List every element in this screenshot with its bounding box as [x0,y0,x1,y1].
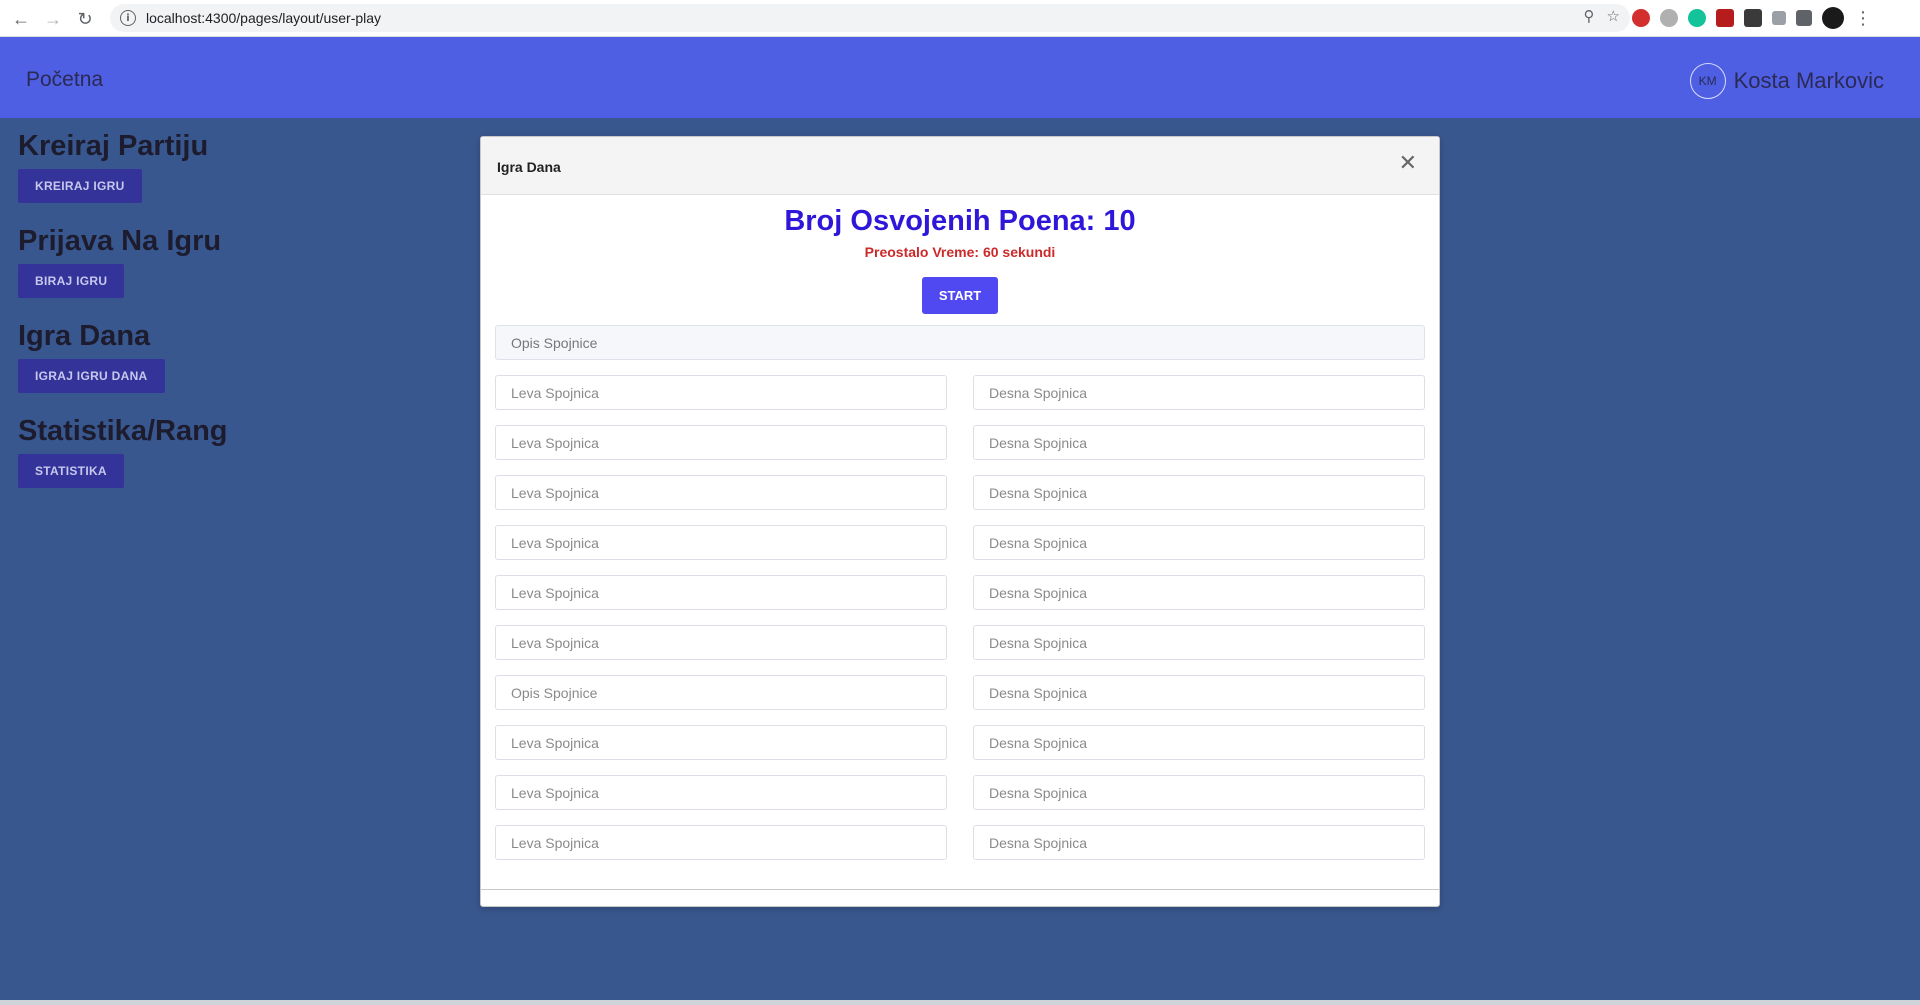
pair-row: Leva Spojnica Desna Spojnica [495,625,1425,660]
avatar[interactable]: KM [1689,63,1726,99]
reload-icon[interactable]: ↻ [72,6,98,32]
user-name[interactable]: Kosta Markovic [1734,68,1884,94]
game-modal: Igra Dana ✕ Broj Osvojenih Poena: 10 Pre… [480,136,1440,907]
bottom-strip [0,1000,1920,1005]
play-game-of-day-button[interactable]: IGRAJ IGRU DANA [18,359,165,393]
pair-row: Leva Spojnica Desna Spojnica [495,725,1425,760]
score-text: Broj Osvojenih Poena: 10 [784,205,1136,237]
start-wrap: START [481,277,1439,314]
info-icon[interactable]: i [120,10,136,26]
left-pair-input[interactable]: Leva Spojnica [495,475,947,510]
section-statistics: Statistika/Rang STATISTIKA [18,415,318,488]
browser-toolbar: ← → ↻ i localhost:4300/pages/layout/user… [0,0,1920,37]
left-pair-input[interactable]: Leva Spojnica [495,525,947,560]
choose-game-button[interactable]: BIRAJ IGRU [18,264,125,298]
pair-row: Leva Spojnica Desna Spojnica [495,775,1425,810]
extension-icon[interactable] [1744,9,1762,27]
pair-row: Opis Spojnice Desna Spojnica [495,675,1425,710]
puzzle-icon[interactable] [1796,10,1812,26]
vue-extension-icon[interactable] [1772,11,1786,25]
right-pair-input[interactable]: Desna Spojnica [973,675,1425,710]
home-link[interactable]: Početna [26,68,103,92]
section-title: Prijava Na Igru [18,225,222,257]
pair-row: Leva Spojnica Desna Spojnica [495,425,1425,460]
address-bar[interactable]: i localhost:4300/pages/layout/user-play … [110,4,1630,32]
right-pair-input[interactable]: Desna Spojnica [973,525,1425,560]
more-vert-icon[interactable]: ⋮ [1854,9,1872,27]
left-pair-input[interactable]: Leva Spojnica [495,375,947,410]
profile-avatar[interactable] [1822,7,1844,29]
modal-title: Igra Dana [497,159,561,175]
left-pair-input[interactable]: Leva Spojnica [495,825,947,860]
left-pair-input[interactable]: Leva Spojnica [495,725,947,760]
left-panel: Kreiraj Partiju KREIRAJ IGRU Prijava Na … [18,130,318,510]
close-icon[interactable]: ✕ [1399,151,1417,176]
user-menu[interactable]: KM Kosta Markovic [1689,63,1884,99]
section-create-game: Kreiraj Partiju KREIRAJ IGRU [18,130,318,203]
pair-row: Leva Spojnica Desna Spojnica [495,375,1425,410]
modal-footer [481,889,1439,890]
section-title: Kreiraj Partiju [18,130,209,162]
right-pair-input[interactable]: Desna Spojnica [973,475,1425,510]
pairs-grid: Leva Spojnica Desna Spojnica Leva Spojni… [495,375,1425,875]
create-game-button[interactable]: KREIRAJ IGRU [18,169,142,203]
arrow-right-icon[interactable]: → [40,6,66,32]
section-game-of-day: Igra Dana IGRAJ IGRU DANA [18,320,318,393]
left-pair-input[interactable]: Leva Spojnica [495,575,947,610]
right-pair-input[interactable]: Desna Spojnica [973,825,1425,860]
right-pair-input[interactable]: Desna Spojnica [973,625,1425,660]
app-header: Početna KM Kosta Markovic [0,37,1920,118]
left-pair-input[interactable]: Leva Spojnica [495,425,947,460]
left-pair-input[interactable]: Leva Spojnica [495,625,947,660]
url-text: localhost:4300/pages/layout/user-play [146,10,382,26]
left-pair-input[interactable]: Leva Spojnica [495,775,947,810]
modal-header: Igra Dana ✕ [481,137,1439,195]
right-pair-input[interactable]: Desna Spojnica [973,375,1425,410]
section-join-game: Prijava Na Igru BIRAJ IGRU [18,225,318,298]
pair-row: Leva Spojnica Desna Spojnica [495,825,1425,860]
description-field[interactable]: Opis Spojnice [495,325,1425,360]
pair-row: Leva Spojnica Desna Spojnica [495,525,1425,560]
right-pair-input[interactable]: Desna Spojnica [973,575,1425,610]
compass-extension-icon[interactable] [1660,9,1678,27]
right-pair-input[interactable]: Desna Spojnica [973,725,1425,760]
statistics-button[interactable]: STATISTIKA [18,454,124,488]
timer-text: Preostalo Vreme: 60 sekundi [864,244,1056,260]
arrow-left-icon[interactable]: ← [8,6,34,32]
extensions-area: ⋮ [1632,7,1872,29]
pair-row: Leva Spojnica Desna Spojnica [495,475,1425,510]
section-title: Igra Dana [18,320,151,352]
left-pair-input[interactable]: Opis Spojnice [495,675,947,710]
right-pair-input[interactable]: Desna Spojnica [973,775,1425,810]
pair-row: Leva Spojnica Desna Spojnica [495,575,1425,610]
adblock-extension-icon[interactable] [1632,9,1650,27]
right-pair-input[interactable]: Desna Spojnica [973,425,1425,460]
grammarly-extension-icon[interactable] [1688,9,1706,27]
zoom-icon[interactable]: ⚲ [1584,7,1595,25]
section-title: Statistika/Rang [18,415,228,447]
bookmark-star-icon[interactable]: ☆ [1607,7,1620,25]
start-button[interactable]: START [921,277,999,314]
pdf-extension-icon[interactable] [1716,9,1734,27]
